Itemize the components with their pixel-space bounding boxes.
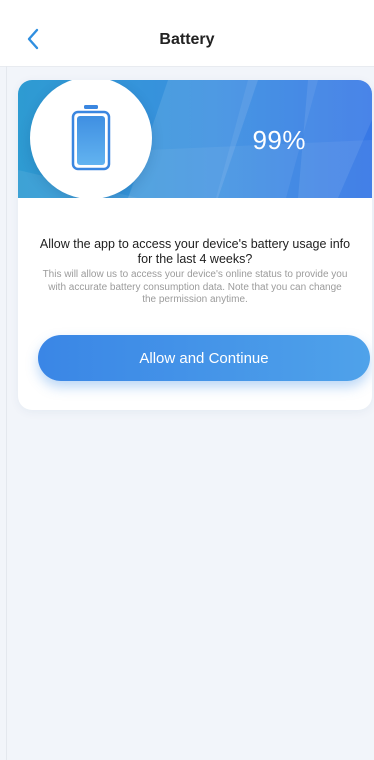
battery-icon [71, 105, 111, 171]
battery-icon-circle [30, 80, 152, 198]
battery-percentage: 99% [252, 125, 306, 155]
header-bar: Battery [0, 0, 374, 67]
page-title: Battery [159, 31, 215, 48]
battery-banner: 99% [18, 80, 372, 198]
permission-card: 99% Allow the app to access your device'… [18, 80, 372, 410]
divider [6, 66, 7, 760]
permission-explanation: This will allow us to access your device… [42, 269, 348, 305]
allow-and-continue-button[interactable]: Allow and Continue [38, 335, 370, 381]
battery-screen: Battery 99% Allow the app to access your… [0, 0, 374, 760]
permission-question: Allow the app to access your device's ba… [39, 237, 351, 266]
